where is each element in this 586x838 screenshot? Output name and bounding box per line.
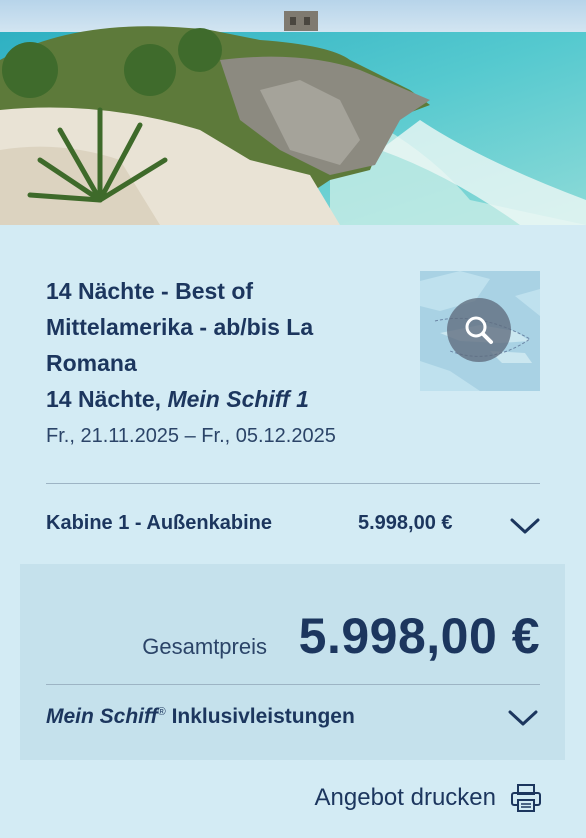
- offer-duration: 14 Nächte,: [46, 386, 162, 412]
- ship-name: Mein Schiff 1: [167, 386, 309, 412]
- registered-mark: ®: [157, 706, 166, 718]
- divider: [46, 684, 540, 685]
- chevron-down-icon[interactable]: [509, 516, 541, 536]
- print-offer-button[interactable]: Angebot drucken: [315, 783, 542, 813]
- cabin-label[interactable]: Kabine 1 - Außenkabine: [46, 512, 272, 535]
- offer-title-line: 14 Nächte - Best of: [46, 278, 254, 304]
- offer-subline: 14 Nächte, Mein Schiff 1: [46, 381, 309, 417]
- printer-icon: [511, 784, 541, 812]
- total-price: 5.998,00 €: [298, 608, 540, 664]
- route-map-thumbnail[interactable]: [420, 271, 540, 391]
- offer-card: 14 Nächte - Best of Mittelamerika - ab/b…: [0, 225, 586, 838]
- total-box: Gesamtpreis 5.998,00 € Mein Schiff® Inkl…: [20, 564, 565, 760]
- print-offer-label: Angebot drucken: [314, 784, 496, 811]
- magnifier-icon[interactable]: [447, 298, 511, 362]
- chevron-down-icon[interactable]: [507, 708, 539, 728]
- inclusive-services-toggle[interactable]: Mein Schiff® Inklusivleistungen: [46, 705, 355, 729]
- brand-name: Mein Schiff: [46, 705, 158, 728]
- divider: [46, 483, 540, 484]
- offer-title: 14 Nächte - Best of Mittelamerika - ab/b…: [46, 273, 386, 381]
- hero-image: [0, 0, 586, 225]
- travel-dates: Fr., 21.11.2025 – Fr., 05.12.2025: [46, 425, 336, 447]
- offer-title-line: Romana: [46, 350, 137, 376]
- inclusive-label: Inklusivleistungen: [171, 705, 355, 728]
- offer-title-line: Mittelamerika - ab/bis La: [46, 314, 314, 340]
- total-label: Gesamtpreis: [142, 634, 267, 659]
- cabin-price: 5.998,00 €: [358, 512, 453, 534]
